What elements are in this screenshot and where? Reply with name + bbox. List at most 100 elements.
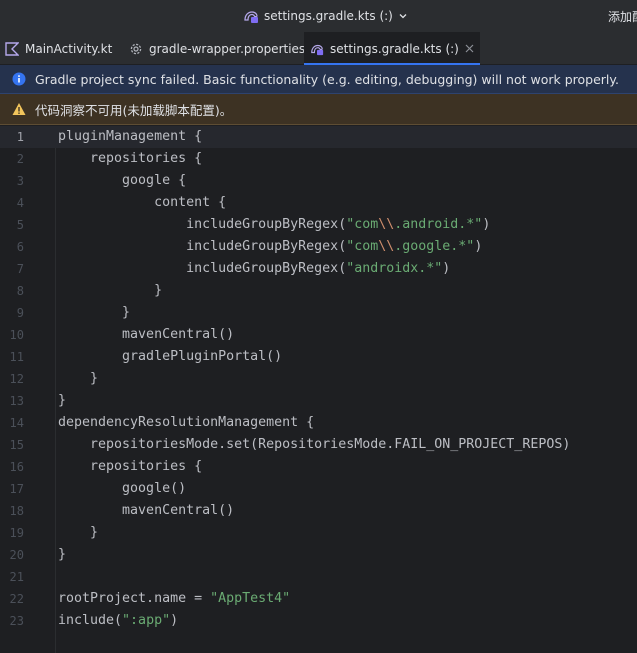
code-token: include( — [58, 613, 123, 628]
code-line[interactable]: 12 } — [0, 368, 637, 390]
code-text: content { — [58, 192, 226, 214]
window-title-dropdown[interactable]: settings.gradle.kts (:) — [243, 8, 408, 24]
code-token: gradlePluginPortal() — [58, 349, 283, 364]
code-line[interactable]: 9 } — [0, 302, 637, 324]
code-line[interactable]: 16 repositories { — [0, 456, 637, 478]
code-text: includeGroupByRegex("com\\.google.*") — [58, 236, 482, 258]
code-line[interactable]: 13} — [0, 390, 637, 412]
code-line[interactable]: 23 include(":app") — [0, 610, 637, 632]
code-text: } — [58, 390, 66, 412]
string-literal: "com — [346, 239, 379, 254]
window-title: settings.gradle.kts (:) — [264, 9, 393, 23]
close-icon[interactable] — [465, 44, 474, 53]
code-token: repositories { — [58, 459, 203, 474]
tab-label: settings.gradle.kts (:) — [330, 41, 459, 56]
code-line[interactable]: 5 includeGroupByRegex("com\\.android.*") — [0, 214, 637, 236]
code-text: } — [58, 368, 98, 390]
line-number: 21 — [9, 570, 24, 584]
sync-failed-message: Gradle project sync failed. Basic functi… — [35, 71, 619, 87]
line-number: 4 — [16, 196, 24, 210]
gradle-kts-file-icon — [311, 44, 324, 55]
code-line[interactable]: 8 } — [0, 280, 637, 302]
tab-gradle-wrapper-properties[interactable]: gradle-wrapper.properties — [129, 32, 305, 65]
line-number: 19 — [9, 526, 24, 540]
escape-sequence: \\ — [378, 217, 395, 232]
code-text: google() — [58, 478, 186, 500]
string-literal: "AppTest4" — [210, 591, 291, 606]
code-line[interactable]: 1 pluginManagement { — [0, 126, 637, 148]
code-line[interactable]: 6 includeGroupByRegex("com\\.google.*") — [0, 236, 637, 258]
code-token: includeGroupByRegex( — [58, 239, 347, 254]
code-line[interactable]: 20} — [0, 544, 637, 566]
code-line[interactable]: 7 includeGroupByRegex("androidx.*") — [0, 258, 637, 280]
code-insight-message: 代码洞察不可用(未加载脚本配置)。 — [35, 102, 233, 118]
code-line[interactable]: 14 dependencyResolutionManagement { — [0, 412, 637, 434]
code-editor[interactable]: 1 pluginManagement {2 repositories {3 goo… — [0, 126, 637, 653]
code-text: repositories { — [58, 148, 202, 170]
code-text: includeGroupByRegex("com\\.android.*") — [58, 214, 490, 236]
chevron-down-icon — [399, 14, 407, 19]
code-line[interactable]: 11 gradlePluginPortal() — [0, 346, 637, 368]
code-text: } — [58, 302, 130, 324]
code-line[interactable]: 18 mavenCentral() — [0, 500, 637, 522]
line-number: 18 — [9, 504, 24, 518]
code-text: pluginManagement { — [58, 126, 202, 148]
string-literal: "androidx.*" — [346, 261, 443, 276]
tab-settings-gradle-kts[interactable]: settings.gradle.kts (:) — [304, 32, 480, 65]
code-line[interactable]: 4 content { — [0, 192, 637, 214]
code-text: google { — [58, 170, 186, 192]
code-line[interactable]: 3 google { — [0, 170, 637, 192]
line-number: 14 — [9, 416, 24, 430]
code-token: } — [58, 393, 67, 408]
code-token: } — [58, 547, 67, 562]
code-line[interactable]: 2 repositories { — [0, 148, 637, 170]
code-line[interactable]: 21 — [0, 566, 637, 588]
title-right-label[interactable]: 添加配 — [608, 8, 637, 25]
code-text: gradlePluginPortal() — [58, 346, 282, 368]
line-number: 10 — [9, 328, 24, 342]
code-token: google { — [58, 173, 187, 188]
code-line[interactable]: 15 repositoriesMode.set(RepositoriesMode… — [0, 434, 637, 456]
code-text: include(":app") — [58, 610, 178, 632]
line-number: 17 — [9, 482, 24, 496]
code-text: } — [58, 544, 66, 566]
code-token: includeGroupByRegex( — [58, 261, 347, 276]
line-number: 20 — [9, 548, 24, 562]
code-text: includeGroupByRegex("androidx.*") — [58, 258, 450, 280]
code-token: content { — [58, 195, 227, 210]
code-token: pluginManagement { — [58, 129, 203, 144]
code-line[interactable]: 19 } — [0, 522, 637, 544]
code-text: repositoriesMode.set(RepositoriesMode.FA… — [58, 434, 570, 456]
code-token: rootProject.name = — [58, 591, 211, 606]
line-number: 1 — [16, 130, 24, 144]
tab-mainactivity[interactable]: MainActivity.kt — [5, 32, 112, 65]
code-line[interactable]: 22 rootProject.name = "AppTest4" — [0, 588, 637, 610]
line-number: 3 — [16, 174, 24, 188]
kotlin-file-icon — [5, 41, 19, 56]
line-number: 12 — [9, 372, 24, 386]
code-text: } — [58, 522, 98, 544]
line-number: 22 — [9, 592, 24, 606]
escape-sequence: \\ — [378, 239, 395, 254]
code-text: mavenCentral() — [58, 324, 234, 346]
string-literal: ":app" — [122, 613, 171, 628]
code-token: mavenCentral() — [58, 327, 235, 342]
code-token: repositories { — [58, 151, 203, 166]
line-number: 8 — [16, 284, 24, 298]
code-line[interactable]: 10 mavenCentral() — [0, 324, 637, 346]
line-number: 11 — [9, 350, 24, 364]
code-line[interactable]: 17 google() — [0, 478, 637, 500]
line-number: 23 — [9, 614, 24, 628]
line-number: 7 — [16, 262, 24, 276]
code-text: rootProject.name = "AppTest4" — [58, 588, 290, 610]
code-token: includeGroupByRegex( — [58, 217, 347, 232]
code-text: dependencyResolutionManagement { — [58, 412, 314, 434]
gradle-kts-file-icon — [244, 11, 258, 23]
string-literal: .android.*" — [394, 217, 483, 232]
string-literal: "com — [346, 217, 379, 232]
code-token: } — [58, 371, 99, 386]
info-icon — [12, 72, 26, 86]
code-token: } — [58, 305, 131, 320]
code-token: ) — [474, 239, 483, 254]
code-insight-banner: 代码洞察不可用(未加载脚本配置)。 — [0, 94, 637, 125]
